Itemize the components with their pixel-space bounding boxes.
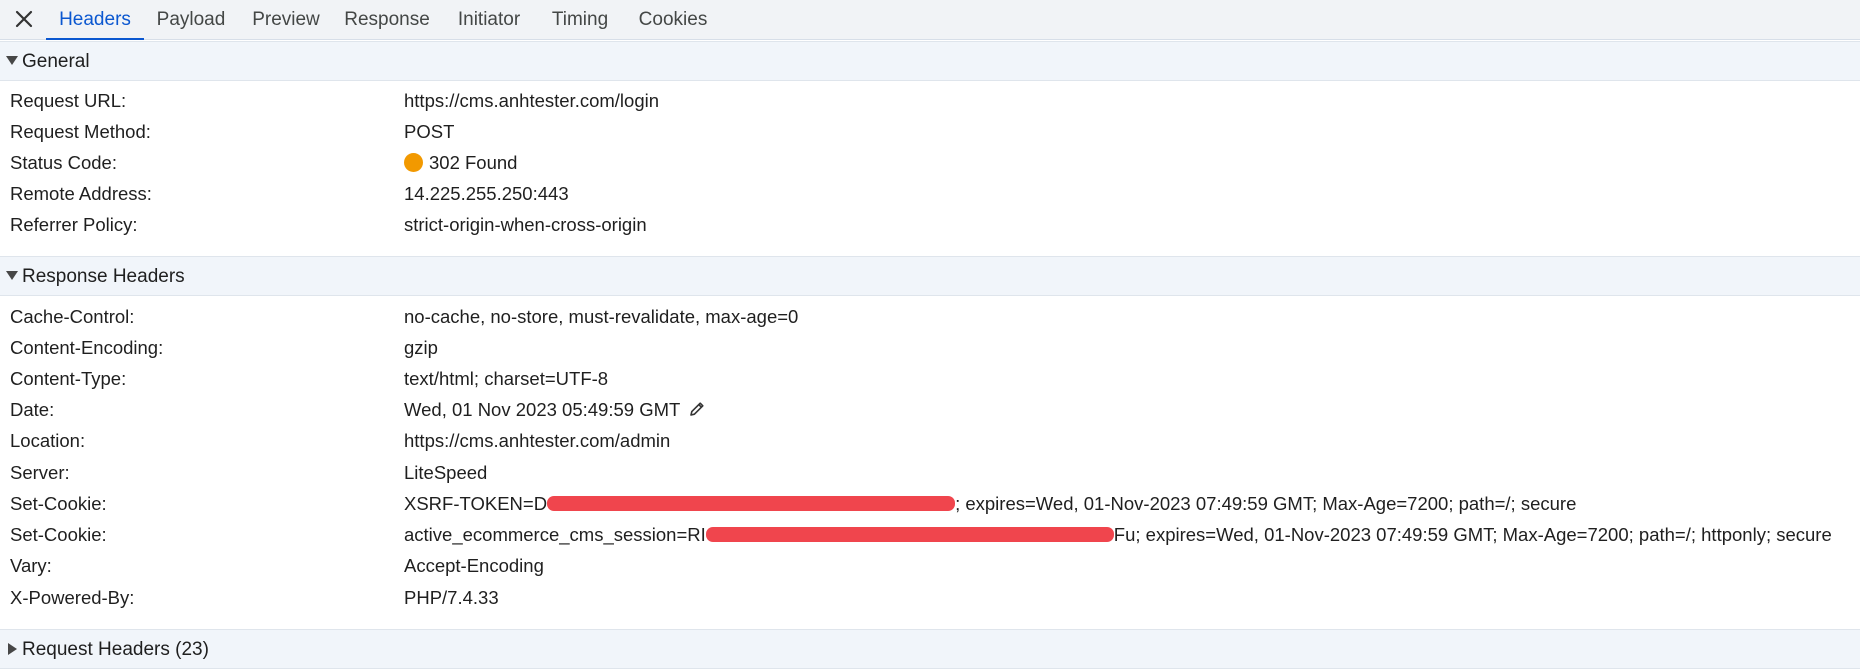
tab-bar: Headers Payload Preview Response Initiat… — [0, 0, 1860, 40]
response-row-set-cookie-xsrf: Set-Cookie: XSRF-TOKEN=D ; expires=Wed, 0… — [0, 488, 1860, 519]
header-key: Set-Cookie: — [10, 524, 107, 545]
cookie-value-prefix: active_ecommerce_cms_session=RI — [404, 524, 706, 545]
triangle-down-icon — [6, 56, 18, 65]
general-row-status-code: Status Code: 302 Found — [0, 147, 1860, 178]
header-value[interactable]: https://cms.anhtester.com/admin — [404, 425, 670, 456]
response-row-set-cookie-session: Set-Cookie: active_ecommerce_cms_session… — [0, 519, 1860, 550]
cookie-value-suffix: Fu; expires=Wed, 01-Nov-2023 07:49:59 GM… — [1113, 524, 1832, 545]
section-response-headers-title: Response Headers — [22, 266, 185, 287]
tab-headers[interactable]: Headers — [46, 0, 144, 40]
tab-initiator[interactable]: Initiator — [448, 0, 530, 40]
triangle-right-icon — [8, 643, 17, 655]
header-value[interactable]: https://cms.anhtester.com/login — [404, 85, 659, 116]
set-cookie-value[interactable]: XSRF-TOKEN=D ; expires=Wed, 01-Nov-2023 0… — [404, 488, 1576, 519]
header-value[interactable]: strict-origin-when-cross-origin — [404, 209, 647, 240]
tab-timing[interactable]: Timing — [544, 0, 616, 40]
tab-payload[interactable]: Payload — [150, 0, 232, 40]
close-button[interactable] — [12, 6, 36, 32]
header-value[interactable]: Accept-Encoding — [404, 550, 544, 581]
redaction-mark — [547, 496, 956, 511]
header-key: Location: — [10, 430, 86, 451]
header-key: Content-Type: — [10, 368, 127, 389]
response-row-server: Server: LiteSpeed — [0, 457, 1860, 488]
response-row-content-type: Content-Type: text/html; charset=UTF-8 — [0, 363, 1860, 394]
status-code-text: 302 Found — [429, 152, 518, 173]
header-key: Cache-Control: — [10, 306, 135, 327]
header-value[interactable]: POST — [404, 116, 454, 147]
header-value[interactable]: LiteSpeed — [404, 457, 487, 488]
section-general-header[interactable]: General — [0, 41, 1860, 81]
section-request-headers-title: Request Headers (23) — [22, 639, 209, 660]
tab-preview[interactable]: Preview — [245, 0, 327, 40]
date-value-wrap[interactable]: Wed, 01 Nov 2023 05:49:59 GMT — [404, 394, 706, 427]
section-general-title: General — [22, 51, 90, 72]
header-key: Request URL: — [10, 90, 127, 111]
redaction-mark — [705, 527, 1114, 542]
tab-cookies[interactable]: Cookies — [632, 0, 714, 40]
header-key: Status Code: — [10, 152, 117, 173]
close-icon[interactable] — [12, 6, 36, 32]
general-row-request-method: Request Method: POST — [0, 116, 1860, 147]
header-value[interactable]: Wed, 01 Nov 2023 05:49:59 GMT — [404, 399, 680, 420]
response-row-cache-control: Cache-Control: no-cache, no-store, must-… — [0, 301, 1860, 332]
header-value[interactable]: PHP/7.4.33 — [404, 582, 499, 613]
header-value[interactable]: 14.225.255.250:443 — [404, 178, 569, 209]
response-row-location: Location: https://cms.anhtester.com/admi… — [0, 425, 1860, 456]
header-key: X-Powered-By: — [10, 587, 135, 608]
section-request-headers-header[interactable]: Request Headers (23) — [0, 629, 1860, 669]
tab-response[interactable]: Response — [341, 0, 433, 40]
status-dot-icon — [404, 153, 423, 172]
header-value[interactable]: text/html; charset=UTF-8 — [404, 363, 608, 394]
response-row-x-powered-by: X-Powered-By: PHP/7.4.33 — [0, 582, 1860, 613]
header-key: Remote Address: — [10, 183, 152, 204]
response-row-date: Date: Wed, 01 Nov 2023 05:49:59 GMT — [0, 394, 1860, 425]
cookie-value-suffix: ; expires=Wed, 01-Nov-2023 07:49:59 GMT;… — [955, 493, 1577, 514]
triangle-down-icon — [6, 271, 18, 280]
cookie-value-prefix: XSRF-TOKEN=D — [404, 493, 548, 514]
pencil-icon[interactable] — [688, 396, 706, 427]
response-row-content-encoding: Content-Encoding: gzip — [0, 332, 1860, 363]
general-row-request-url: Request URL: https://cms.anhtester.com/l… — [0, 85, 1860, 116]
header-key: Vary: — [10, 555, 52, 576]
header-key: Content-Encoding: — [10, 337, 164, 358]
header-value[interactable]: gzip — [404, 332, 438, 363]
header-key: Request Method: — [10, 121, 151, 142]
header-key: Server: — [10, 462, 70, 483]
header-key: Set-Cookie: — [10, 493, 107, 514]
section-response-headers-header[interactable]: Response Headers — [0, 256, 1860, 296]
general-row-remote-address: Remote Address: 14.225.255.250:443 — [0, 178, 1860, 209]
header-key: Date: — [10, 399, 55, 420]
set-cookie-value[interactable]: active_ecommerce_cms_session=RI Fu; expir… — [404, 519, 1832, 550]
header-key: Referrer Policy: — [10, 214, 138, 235]
header-value[interactable]: no-cache, no-store, must-revalidate, max… — [404, 301, 798, 332]
status-code-value[interactable]: 302 Found — [404, 147, 517, 178]
general-row-referrer-policy: Referrer Policy: strict-origin-when-cros… — [0, 209, 1860, 240]
response-row-vary: Vary: Accept-Encoding — [0, 550, 1860, 581]
